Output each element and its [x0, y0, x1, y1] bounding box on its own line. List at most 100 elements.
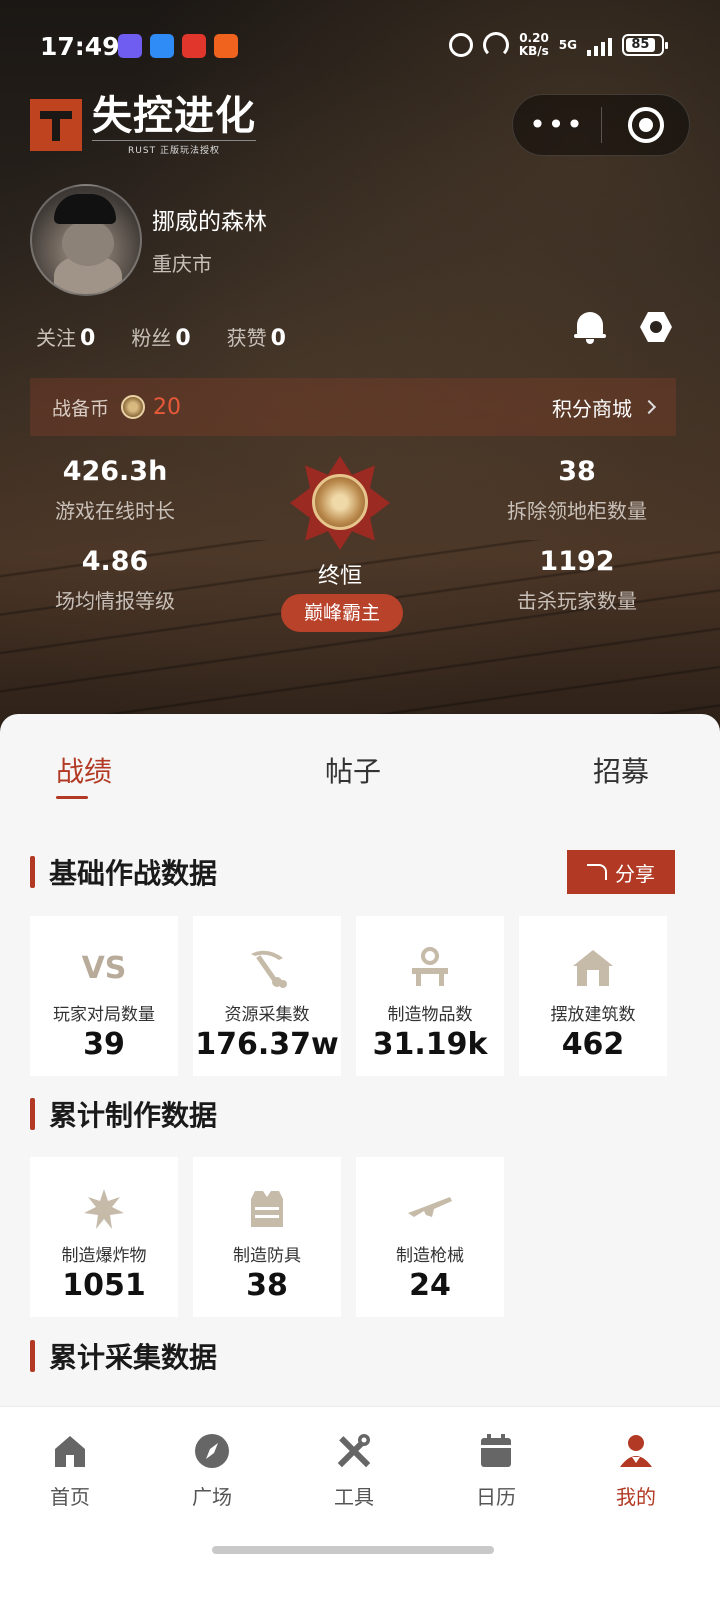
target-icon	[627, 107, 664, 143]
stat-label: 场均情报等级	[55, 589, 175, 613]
stat-value: 4.86	[81, 546, 149, 577]
card-value: 31.19k	[372, 1027, 488, 1062]
pickaxe-icon	[193, 942, 341, 994]
tab-records[interactable]: 战绩	[56, 750, 112, 790]
card-label: 玩家对局数量	[53, 1005, 155, 1025]
card-armor[interactable]: 制造防具 38	[193, 1157, 341, 1317]
nav-home[interactable]: 首页	[20, 1433, 120, 1510]
section-accent-bar	[30, 856, 35, 888]
section-accent-bar	[30, 1098, 35, 1130]
section-basic-combat: 基础作战数据	[30, 852, 217, 892]
coin-label: 战备币	[52, 397, 110, 420]
nav-square[interactable]: 广场	[162, 1433, 262, 1510]
status-notification-icons	[118, 34, 238, 58]
section-title: 累计制作数据	[49, 1099, 218, 1132]
card-label: 制造防具	[233, 1246, 301, 1266]
profile-icon	[618, 1433, 654, 1469]
battery-icon: 85	[622, 34, 668, 56]
following-stat[interactable]: 关注 0	[36, 322, 95, 351]
card-label: 摆放建筑数	[550, 1005, 636, 1025]
card-value: 38	[246, 1268, 288, 1303]
compass-icon	[194, 1433, 230, 1469]
tab-bar: 战绩 帖子 招募	[0, 750, 720, 810]
app-logo: 失控进化 RUST 正版玩法授权	[30, 94, 256, 156]
active-tab-indicator	[56, 796, 88, 799]
tab-recruit[interactable]: 招募	[593, 750, 649, 790]
card-firearms[interactable]: 制造枪械 24	[356, 1157, 504, 1317]
coin-bar: 战备币 20 积分商城	[30, 378, 676, 436]
share-button[interactable]: 分享	[567, 850, 675, 894]
username: 挪威的森林	[152, 209, 267, 235]
card-label: 制造物品数	[387, 1005, 473, 1025]
card-value: 24	[409, 1268, 451, 1303]
card-value: 462	[561, 1027, 625, 1062]
nav-label: 广场	[192, 1485, 232, 1509]
home-indicator	[212, 1546, 494, 1554]
likes-stat[interactable]: 获赞 0	[227, 322, 286, 351]
card-value: 1051	[62, 1268, 146, 1303]
network-type: 5G	[559, 38, 577, 52]
followers-count: 0	[175, 326, 191, 351]
likes-count: 0	[270, 326, 286, 351]
card-value: 39	[83, 1027, 125, 1062]
tools-icon	[336, 1433, 372, 1469]
card-value: 176.37w	[195, 1027, 339, 1062]
card-explosives[interactable]: 制造爆炸物 1051	[30, 1157, 178, 1317]
stats-panel: 战绩 帖子 招募 基础作战数据 分享 VS 玩家对局数量 39 资源采集数 17…	[0, 714, 720, 1420]
section-title: 累计采集数据	[49, 1341, 218, 1374]
avatar[interactable]	[30, 184, 142, 296]
rank-medal-icon[interactable]	[290, 456, 390, 550]
coin-icon	[121, 395, 146, 419]
medal-name: 终恒	[317, 564, 362, 589]
app-notification-icon	[182, 34, 206, 58]
section-accent-bar	[30, 1340, 35, 1372]
stat-label: 拆除领地柜数量	[507, 499, 647, 523]
armor-icon	[193, 1183, 341, 1235]
status-bar: 17:49 0.20 KB/s 5G 85	[0, 0, 720, 92]
rank-badge: 巅峰霸主	[281, 594, 403, 632]
following-count: 0	[80, 326, 96, 351]
more-options-icon[interactable]: •••	[513, 111, 601, 139]
card-crafted-items[interactable]: 制造物品数 31.19k	[356, 916, 504, 1076]
stat-value: 38	[558, 456, 596, 487]
section-crafting: 累计制作数据	[30, 1094, 217, 1134]
nav-label: 首页	[50, 1485, 90, 1509]
battery-level: 85	[626, 38, 655, 52]
app-notification-icon	[150, 34, 174, 58]
net-speed: 0.20 KB/s	[519, 32, 549, 58]
settings-icon[interactable]	[640, 312, 672, 342]
coin-value: 20	[153, 394, 182, 420]
section-gathering: 累计采集数据	[30, 1336, 217, 1376]
stat-cabinets-destroyed: 38 拆除领地柜数量	[462, 456, 692, 524]
points-mall-link[interactable]: 积分商城	[552, 393, 657, 422]
stat-value: 426.3h	[62, 456, 168, 487]
nav-profile[interactable]: 我的	[586, 1433, 686, 1510]
workbench-icon	[356, 942, 504, 994]
close-miniprogram-button[interactable]	[602, 107, 689, 143]
home-icon	[52, 1433, 88, 1469]
notification-bell-icon[interactable]	[574, 310, 606, 344]
app-notification-icon	[214, 34, 238, 58]
stat-online-time: 426.3h 游戏在线时长	[0, 456, 230, 524]
card-resources[interactable]: 资源采集数 176.37w	[193, 916, 341, 1076]
social-counts: 关注 0 粉丝 0 获赞 0	[36, 322, 286, 351]
card-buildings[interactable]: 摆放建筑数 462	[519, 916, 667, 1076]
points-mall-label: 积分商城	[552, 396, 632, 421]
stat-value: 1192	[539, 546, 615, 577]
followers-stat[interactable]: 粉丝 0	[131, 322, 190, 351]
logo-title: 失控进化	[92, 93, 256, 139]
rifle-icon	[356, 1183, 504, 1235]
house-icon	[519, 942, 667, 994]
share-label: 分享	[615, 861, 655, 886]
nav-calendar[interactable]: 日历	[446, 1433, 546, 1510]
card-label: 制造枪械	[396, 1246, 464, 1266]
section-title: 基础作战数据	[49, 857, 218, 890]
card-label: 制造爆炸物	[61, 1246, 147, 1266]
app-notification-icon	[118, 34, 142, 58]
bottom-nav: 首页 广场 工具 日历 我的	[0, 1406, 720, 1600]
tab-posts[interactable]: 帖子	[325, 750, 381, 790]
signal-icon	[587, 34, 612, 56]
nav-tools[interactable]: 工具	[304, 1433, 404, 1510]
card-matches[interactable]: VS 玩家对局数量 39	[30, 916, 178, 1076]
calendar-icon	[478, 1433, 514, 1469]
